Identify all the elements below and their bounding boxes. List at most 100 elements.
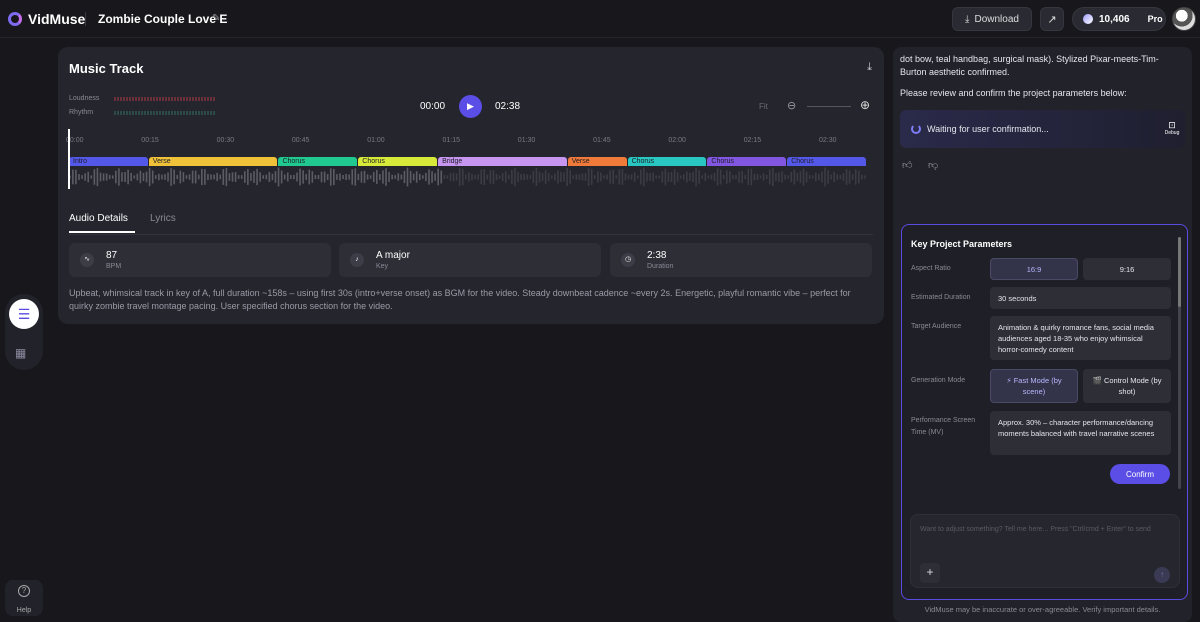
- song-section-verse[interactable]: Verse: [148, 157, 278, 166]
- waveform-bar: [440, 170, 443, 184]
- song-section-bridge[interactable]: Bridge: [438, 157, 567, 166]
- magic-edit-icon[interactable]: ✎: [212, 13, 220, 24]
- timeline-tick-label: 00:45: [291, 137, 310, 144]
- waveform-bar: [756, 174, 759, 180]
- waveform-bar: [664, 168, 667, 186]
- waveform-bar: [418, 173, 421, 181]
- zoom-out-icon[interactable]: ⊖: [787, 99, 796, 112]
- waveform-bar: [225, 167, 228, 187]
- waveform-bar: [121, 172, 123, 182]
- meter-bar: [180, 97, 182, 101]
- waveform-bar: [753, 173, 756, 181]
- send-button[interactable]: ↑: [1154, 567, 1170, 583]
- waveform-bar: [529, 175, 532, 179]
- clipboard-icon[interactable]: ☰: [9, 299, 39, 329]
- waveform-bar: [511, 169, 513, 185]
- waveform-bar: [750, 168, 753, 186]
- scroll-thumb[interactable]: [1178, 237, 1181, 307]
- waveform-bar: [765, 174, 768, 180]
- control-mode-option[interactable]: 🎬 Control Mode (by shot): [1083, 369, 1171, 403]
- waveform-bar: [670, 171, 673, 183]
- song-section-chorus[interactable]: Chorus: [627, 157, 707, 166]
- waveform-bar: [581, 173, 584, 181]
- loading-spinner-icon: [911, 124, 921, 134]
- waveform-bar: [339, 173, 341, 181]
- performance-screen-time-value[interactable]: Approx. 30% – character performance/danc…: [990, 411, 1171, 455]
- user-avatar[interactable]: [1172, 7, 1196, 31]
- bpm-value: 87: [106, 250, 118, 261]
- debug-icon: ⊡: [1168, 120, 1176, 130]
- meter-bar: [210, 97, 212, 101]
- waveform-bar: [603, 175, 605, 179]
- song-section-chorus[interactable]: Chorus: [358, 157, 438, 166]
- meter-bar: [186, 97, 188, 101]
- waveform-bar: [431, 171, 433, 183]
- thumbs-up-icon[interactable]: 👍︎: [902, 159, 912, 171]
- playhead[interactable]: [68, 129, 70, 189]
- download-button[interactable]: ⤓ Download: [952, 7, 1032, 31]
- tab-lyrics[interactable]: Lyrics: [150, 213, 176, 224]
- credits-badge[interactable]: 10,406 Pro: [1072, 7, 1166, 31]
- params-scrollbar[interactable]: [1178, 237, 1181, 489]
- meter-bar: [123, 111, 125, 115]
- thumbs-down-icon[interactable]: 👎︎: [928, 159, 938, 171]
- target-audience-value[interactable]: Animation & quirky romance fans, social …: [990, 316, 1171, 360]
- estimated-duration-value[interactable]: 30 seconds: [990, 287, 1171, 309]
- chat-input-box[interactable]: Want to adjust something? Tell me here..…: [910, 514, 1180, 588]
- meter-bar: [174, 111, 176, 115]
- aspect-16-9-option[interactable]: 16:9: [990, 258, 1078, 280]
- waveform-bar: [148, 167, 151, 187]
- add-attachment-button[interactable]: +: [920, 563, 940, 583]
- zoom-slider[interactable]: [807, 106, 851, 107]
- waveform-bar: [477, 174, 479, 180]
- waveform-bar: [498, 175, 501, 179]
- meter-bar: [201, 111, 203, 115]
- waveform-bar: [667, 172, 670, 182]
- meter-bar: [165, 97, 167, 101]
- waveform-bar: [342, 175, 344, 179]
- song-section-intro[interactable]: Intro: [69, 157, 148, 166]
- meter-bar: [156, 97, 158, 101]
- app-logo[interactable]: VidMuse: [8, 11, 85, 27]
- song-section-chorus[interactable]: Chorus: [707, 157, 787, 166]
- waveform-bar: [793, 169, 796, 185]
- zoom-in-icon[interactable]: ⊕: [860, 98, 870, 112]
- waveform-bar: [99, 172, 102, 182]
- waveform-bar: [437, 168, 439, 186]
- waveform-bar: [851, 174, 854, 180]
- song-section-chorus[interactable]: Chorus: [787, 157, 866, 166]
- fast-mode-option[interactable]: ⚡ Fast Mode (by scene): [990, 369, 1078, 403]
- open-external-button[interactable]: ↗: [1040, 7, 1064, 31]
- waveform-bar: [231, 172, 234, 182]
- help-button[interactable]: ? Help: [5, 580, 43, 616]
- film-strip-icon[interactable]: ▦: [15, 346, 26, 360]
- debug-button[interactable]: ⊡ Debug: [1163, 120, 1181, 138]
- waveform-bar: [845, 169, 848, 185]
- project-title[interactable]: Zombie Couple Love E: [98, 12, 227, 26]
- question-icon: ?: [18, 585, 30, 597]
- waveform-bar: [449, 172, 452, 182]
- waveform-bar: [557, 170, 559, 184]
- waveform-bar: [471, 173, 473, 181]
- meter-bar: [195, 97, 197, 101]
- play-button[interactable]: ▶: [459, 95, 482, 118]
- confirm-button[interactable]: Confirm: [1110, 464, 1170, 484]
- waveform-bar: [523, 173, 525, 181]
- song-section-verse[interactable]: Verse: [567, 157, 627, 166]
- waveform-bar: [474, 174, 476, 180]
- fit-button[interactable]: Fit: [759, 102, 768, 111]
- waveform-bar: [652, 172, 654, 182]
- audio-waveform[interactable]: [69, 166, 867, 188]
- meter-bar: [177, 97, 179, 101]
- tab-audio-details[interactable]: Audio Details: [69, 213, 128, 224]
- aspect-9-16-option[interactable]: 9:16: [1083, 258, 1171, 280]
- timeline-tick-label: 00:30: [216, 137, 235, 144]
- download-track-icon[interactable]: ⤓: [867, 61, 872, 74]
- waveform-bar: [265, 174, 268, 180]
- waveform-bar: [621, 169, 624, 185]
- waveform-bar: [382, 170, 384, 184]
- meter-bar: [168, 97, 170, 101]
- meter-bar: [165, 111, 167, 115]
- chat-input-placeholder[interactable]: Want to adjust something? Tell me here..…: [920, 524, 1174, 535]
- song-section-chorus[interactable]: Chorus: [278, 157, 358, 166]
